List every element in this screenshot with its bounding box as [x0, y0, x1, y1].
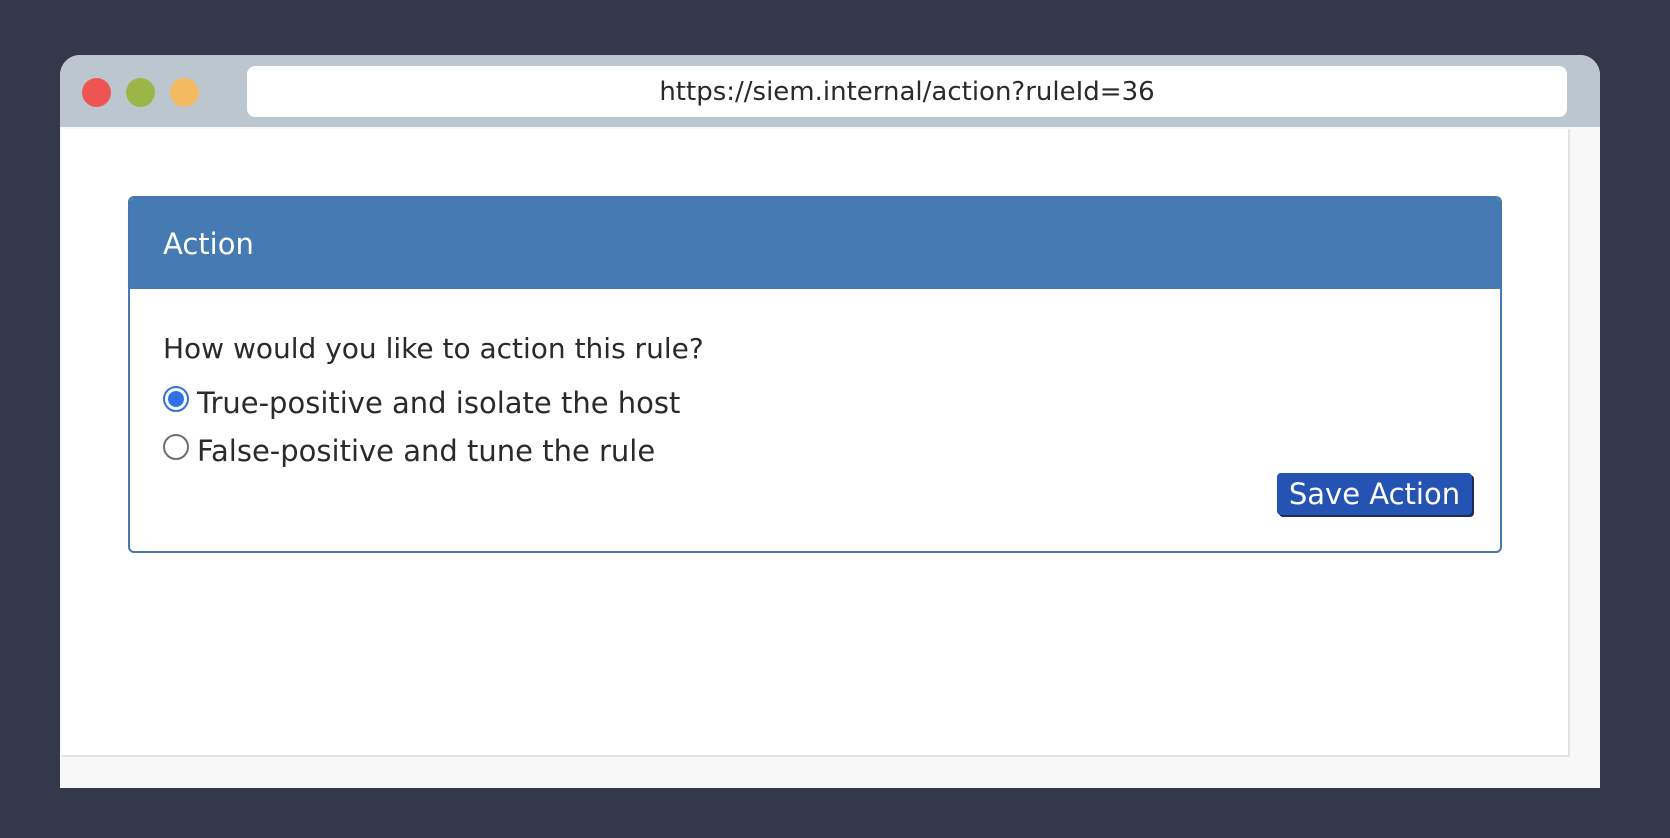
radio-true-positive[interactable] — [163, 386, 189, 412]
action-panel: Action How would you like to action this… — [128, 196, 1502, 553]
save-action-button[interactable]: Save Action — [1277, 473, 1472, 515]
minimize-window-button[interactable] — [126, 78, 155, 107]
browser-window: https://siem.internal/action?ruleId=36 A… — [60, 55, 1600, 788]
option-true-positive-label: True-positive and isolate the host — [197, 386, 681, 420]
close-window-button[interactable] — [82, 78, 111, 107]
panel-title: Action — [163, 226, 254, 261]
browser-titlebar: https://siem.internal/action?ruleId=36 — [60, 55, 1600, 127]
page-viewport: Action How would you like to action this… — [62, 129, 1570, 757]
option-false-positive[interactable]: False-positive and tune the rule — [163, 434, 655, 468]
option-false-positive-label: False-positive and tune the rule — [197, 434, 656, 468]
maximize-window-button[interactable] — [170, 78, 199, 107]
option-true-positive[interactable]: True-positive and isolate the host — [163, 386, 680, 420]
panel-header: Action — [130, 198, 1500, 289]
address-bar[interactable]: https://siem.internal/action?ruleId=36 — [247, 66, 1567, 117]
radio-false-positive[interactable] — [163, 434, 189, 460]
action-question: How would you like to action this rule? — [163, 332, 704, 365]
url-text: https://siem.internal/action?ruleId=36 — [659, 76, 1155, 107]
